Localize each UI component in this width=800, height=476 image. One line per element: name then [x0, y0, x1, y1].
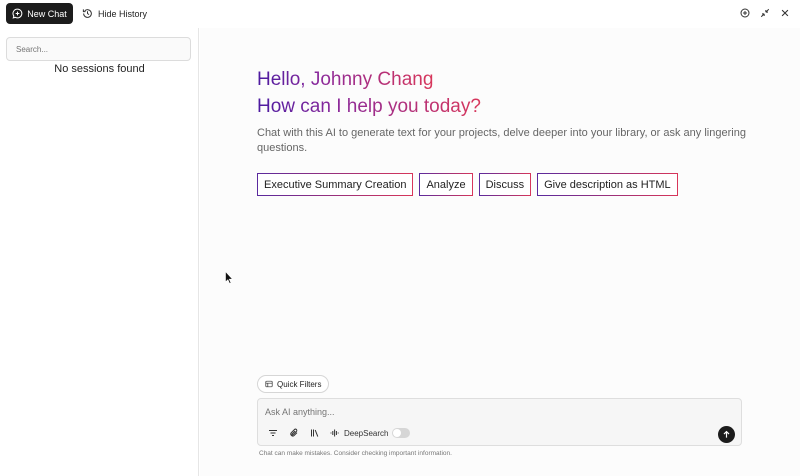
- history-sidebar: No sessions found: [0, 28, 199, 476]
- chat-input[interactable]: [265, 405, 705, 419]
- plus-circle-icon: [739, 8, 750, 18]
- send-button[interactable]: [718, 426, 735, 443]
- filter-lines-icon: [269, 430, 277, 436]
- disclaimer-text: Chat can make mistakes. Consider checkin…: [259, 450, 452, 457]
- suggestion-executive-summary[interactable]: Executive Summary Creation: [257, 173, 414, 196]
- new-chat-button[interactable]: New Chat: [6, 3, 73, 24]
- chat-main: Hello, Johnny Chang How can I help you t…: [200, 28, 800, 476]
- greeting-title: Hello, Johnny Chang: [257, 69, 434, 90]
- deepsearch-toggle[interactable]: DeepSearch: [330, 426, 411, 440]
- suggestion-html-description[interactable]: Give description as HTML: [537, 173, 678, 196]
- top-bar: New Chat Hide History: [0, 0, 800, 28]
- search-input[interactable]: [6, 37, 191, 61]
- library-button[interactable]: [309, 426, 321, 440]
- suggestion-analyze[interactable]: Analyze: [419, 173, 473, 196]
- attach-button[interactable]: [288, 426, 300, 440]
- mouse-cursor-icon: [225, 271, 233, 284]
- greeting-question: How can I help you today?: [257, 96, 481, 117]
- close-icon: [781, 9, 788, 17]
- suggestion-discuss[interactable]: Discuss: [478, 173, 532, 196]
- history-icon: [82, 9, 92, 18]
- deepsearch-switch[interactable]: [392, 428, 411, 438]
- library-icon: [311, 429, 319, 437]
- chat-composer: DeepSearch: [257, 398, 742, 446]
- filter-button[interactable]: [267, 426, 279, 440]
- minimize-icon: [760, 8, 769, 18]
- greeting-subtitle: Chat with this AI to generate text for y…: [257, 127, 746, 154]
- paperclip-icon: [290, 428, 298, 437]
- new-session-button[interactable]: [739, 6, 750, 20]
- close-button[interactable]: [779, 6, 790, 20]
- deepsearch-label: DeepSearch: [344, 428, 389, 438]
- hide-history-button[interactable]: Hide History: [82, 6, 147, 21]
- window-controls: [739, 6, 790, 20]
- empty-sessions-text: No sessions found: [54, 63, 145, 75]
- composer-tools: DeepSearch: [267, 426, 411, 440]
- quick-filters-label: Quick Filters: [277, 379, 322, 389]
- filter-panel-icon: [265, 380, 273, 388]
- new-chat-label: New Chat: [27, 8, 67, 19]
- hide-history-label: Hide History: [98, 8, 148, 19]
- waveform-icon: [330, 429, 339, 437]
- arrow-up-icon: [723, 430, 730, 438]
- minimize-button[interactable]: [759, 6, 770, 20]
- suggestion-list: Executive Summary Creation Analyze Discu…: [257, 173, 678, 196]
- chat-plus-icon: [12, 8, 23, 19]
- quick-filters-button[interactable]: Quick Filters: [257, 375, 330, 393]
